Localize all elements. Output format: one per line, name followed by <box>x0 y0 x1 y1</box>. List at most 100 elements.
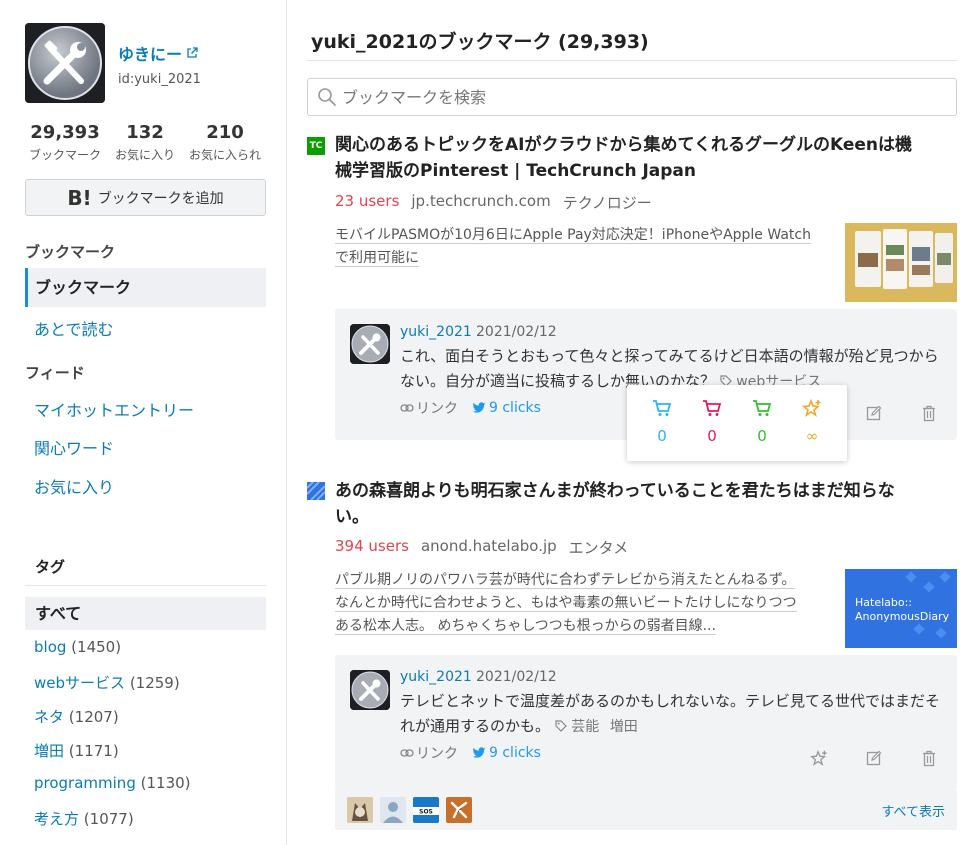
sidebar-item-my-hot-entry[interactable]: マイホットエントリー <box>34 397 194 421</box>
tag-item[interactable]: 増田 (1171) <box>34 740 119 761</box>
comment-link-label: リンク <box>416 401 458 417</box>
entry-category[interactable]: テクノロジー <box>563 192 652 213</box>
trash-icon[interactable] <box>918 747 940 769</box>
search-icon <box>318 88 336 106</box>
entry-thumbnail[interactable]: Hatelabo:: AnonymousDiary <box>845 569 957 648</box>
entry-title-line[interactable]: あの森喜朗よりも明石家さんまが終わっていることを君たちはまだ知らな <box>335 478 950 504</box>
entry-title-line[interactable]: い。 <box>335 504 950 530</box>
comment-tag-label[interactable]: 増田 <box>610 719 638 735</box>
sidebar-item-bookmarks[interactable]: ブックマーク <box>25 268 266 307</box>
comment-username[interactable]: yuki_2021 <box>400 324 472 340</box>
comment-avatar[interactable] <box>350 324 390 364</box>
page-title: yuki_2021のブックマーク (29,393) <box>311 31 649 53</box>
add-bookmark-button[interactable]: B! ブックマークを追加 <box>25 179 266 216</box>
twitter-clicks-link[interactable]: 9 clicks <box>472 745 541 761</box>
profile-header: ゆきにー id:yuki_2021 <box>25 23 201 103</box>
tag-name: ネタ <box>34 708 65 726</box>
entry-category[interactable]: エンタメ <box>569 537 629 558</box>
blue-star-option[interactable]: 0 <box>642 399 682 461</box>
edit-icon[interactable] <box>863 747 885 769</box>
tag-name: webサービス <box>34 674 126 692</box>
tag-count: (1077) <box>83 810 134 828</box>
entry-users-count[interactable]: 23 users <box>335 192 399 213</box>
user-avatar[interactable] <box>347 797 373 823</box>
sidebar-item-favorites[interactable]: お気に入り <box>34 474 114 498</box>
tag-all[interactable]: すべて <box>25 597 266 630</box>
green-star-option[interactable]: 0 <box>742 399 782 461</box>
twitter-clicks-count: 9 clicks <box>489 745 541 761</box>
entry-thumbnail[interactable] <box>845 223 957 302</box>
star-count: 0 <box>757 427 767 445</box>
tag-count: (1171) <box>68 742 119 760</box>
entry-description-line: パブル期ノリのパワハラ芸が時代に合わずテレビから消えたとんねるず。 <box>335 572 796 589</box>
red-star-option[interactable]: 0 <box>692 399 732 461</box>
twitter-bird-icon <box>472 747 486 758</box>
profile-avatar[interactable] <box>25 23 105 103</box>
profile-name[interactable]: ゆきにー <box>118 41 182 65</box>
comment-tag[interactable]: 芸能 <box>555 719 604 735</box>
profile-user-id: id:yuki_2021 <box>118 72 201 87</box>
user-avatar[interactable] <box>380 797 406 823</box>
tag-item[interactable]: programming (1130) <box>34 774 191 792</box>
tag-name: 考え方 <box>34 810 80 828</box>
user-avatar[interactable]: SOS <box>413 797 439 823</box>
stat-label: ブックマーク <box>28 148 101 162</box>
twitter-clicks-link[interactable]: 9 clicks <box>472 400 541 416</box>
entry-description[interactable]: パブル期ノリのパワハラ芸が時代に合わずテレビから消えたとんねるず。 なんとか時代… <box>335 569 825 638</box>
section-heading-feed: フィード <box>25 364 85 382</box>
entry-title-line[interactable]: 械学習版のPinterest | TechCrunch Japan <box>335 158 950 184</box>
search-bar[interactable] <box>307 78 957 116</box>
comment-link-button[interactable]: リンク <box>400 743 458 763</box>
stat-bookmarks[interactable]: 29,393 ブックマーク <box>25 122 105 163</box>
comment-text-line: これ、面白そうとおもって色々と探ってみてるけど日本語の情報が殆ど見つから <box>400 347 939 365</box>
show-all-link[interactable]: すべて表示 <box>881 801 945 820</box>
sidebar-item-interest-words[interactable]: 関心ワード <box>34 435 114 459</box>
external-link-icon <box>187 47 198 58</box>
comment-date[interactable]: 2021/02/12 <box>476 669 557 685</box>
sidebar-item-read-later[interactable]: あとで読む <box>34 316 114 340</box>
add-star-icon[interactable] <box>808 747 830 769</box>
entry-description[interactable]: モバイルPASMOが10月6日にApple Pay対応決定！iPhoneやApp… <box>335 224 825 270</box>
yellow-star-option[interactable]: ∞ <box>792 398 832 461</box>
starred-users-row: SOS すべて表示 <box>335 790 957 830</box>
comment-text-line: テレビとネットで温度差があるのかもしれないな。テレビ見てる世代ではまだそ <box>400 692 941 710</box>
add-star-icon-yellow <box>802 398 821 417</box>
entry-meta: 394 users anond.hatelabo.jp エンタメ <box>335 537 628 558</box>
stat-value: 210 <box>206 122 244 143</box>
sidebar: ゆきにー id:yuki_2021 29,393 ブックマーク 132 お気に入… <box>0 0 287 845</box>
svg-text:SOS: SOS <box>419 809 433 816</box>
cart-star-icon-green <box>753 400 772 416</box>
entry-title-line[interactable]: 関心のあるトピックをAIがクラウドから集めてくれるグーグルのKeenは機 <box>335 132 950 158</box>
profile-name-link[interactable]: ゆきにー <box>118 41 201 65</box>
entry-title[interactable]: あの森喜朗よりも明石家さんまが終わっていることを君たちはまだ知らな い。 <box>335 478 950 530</box>
entry-title[interactable]: 関心のあるトピックをAIがクラウドから集めてくれるグーグルのKeenは機 械学習… <box>335 132 950 184</box>
star-count: 0 <box>707 427 717 445</box>
tag-count: (1207) <box>68 708 119 726</box>
entry-meta: 23 users jp.techcrunch.com テクノロジー <box>335 192 652 213</box>
stat-favorited-by[interactable]: 210 お気に入られ <box>185 122 265 163</box>
comment-links: リンク 9 clicks <box>400 398 541 418</box>
tag-icon <box>555 720 567 732</box>
entry-domain[interactable]: anond.hatelabo.jp <box>421 537 557 558</box>
cart-star-icon-red <box>703 400 722 416</box>
trash-icon[interactable] <box>918 402 940 424</box>
comment-username[interactable]: yuki_2021 <box>400 669 472 685</box>
stat-favorites[interactable]: 132 お気に入り <box>105 122 185 163</box>
tag-item[interactable]: webサービス (1259) <box>34 672 180 693</box>
edit-icon[interactable] <box>863 402 885 424</box>
techcrunch-favicon: TC <box>307 137 325 155</box>
comment-date[interactable]: 2021/02/12 <box>476 324 557 340</box>
comment-box: yuki_2021 2021/02/12 テレビとネットで温度差があるのかもしれ… <box>335 655 957 790</box>
tag-item[interactable]: ネタ (1207) <box>34 706 119 727</box>
entry-description-line: で利用可能に <box>335 250 419 267</box>
entry-domain[interactable]: jp.techcrunch.com <box>411 192 550 213</box>
star-palette-popup: 0 0 0 ∞ <box>627 385 847 461</box>
tag-item[interactable]: 考え方 (1077) <box>34 808 134 829</box>
tag-item[interactable]: blog (1450) <box>34 638 121 656</box>
search-input[interactable] <box>342 87 942 107</box>
comment-link-button[interactable]: リンク <box>400 398 458 418</box>
user-avatar[interactable] <box>446 797 472 823</box>
star-count: 0 <box>657 427 667 445</box>
entry-users-count[interactable]: 394 users <box>335 537 409 558</box>
comment-avatar[interactable] <box>350 670 390 710</box>
